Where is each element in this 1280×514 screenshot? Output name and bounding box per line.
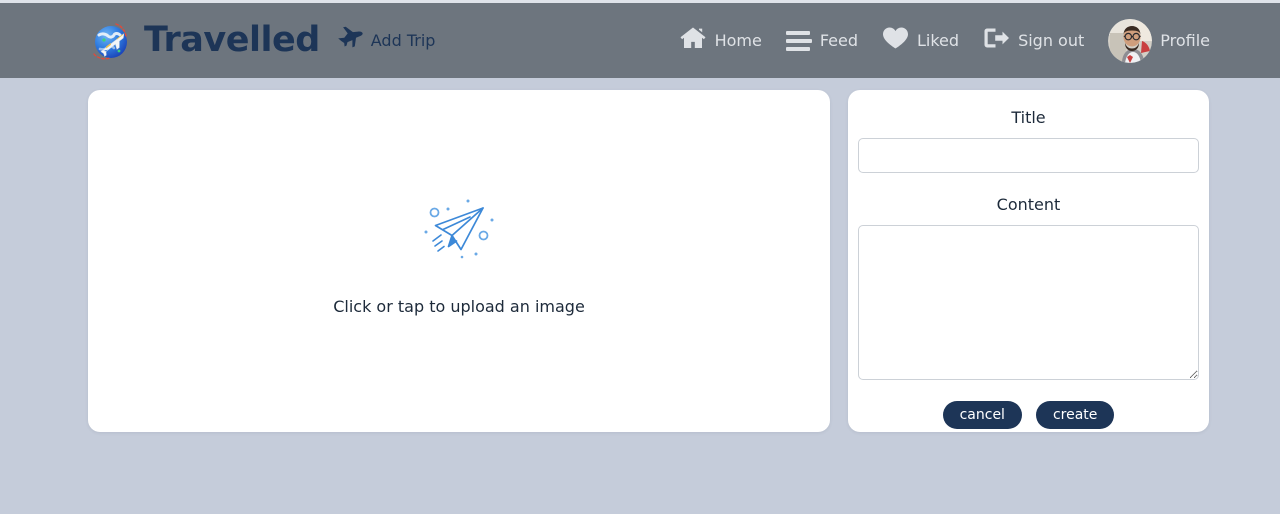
nav-label-sign-out: Sign out: [1018, 31, 1085, 50]
nav-item-home[interactable]: Home: [679, 25, 762, 56]
title-label: Title: [1011, 108, 1046, 127]
add-trip-label: Add Trip: [370, 31, 436, 50]
content-label: Content: [996, 195, 1061, 214]
heart-icon: [882, 26, 909, 55]
image-upload-dropzone[interactable]: Click or tap to upload an image: [88, 90, 830, 432]
main-stage: Click or tap to upload an image Title Co…: [0, 78, 1280, 514]
hamburger-icon: [785, 30, 812, 51]
upload-prompt-label: Click or tap to upload an image: [333, 297, 585, 316]
nav-item-feed[interactable]: Feed: [785, 30, 858, 51]
form-actions: cancel create: [858, 401, 1199, 429]
nav-item-profile[interactable]: Profile: [1108, 18, 1210, 63]
nav-label-feed: Feed: [819, 31, 858, 50]
app-header: Travelled Add Trip Home Feed Liked Sign …: [0, 3, 1280, 78]
add-trip-link[interactable]: Add Trip: [336, 25, 436, 56]
nav-label-profile: Profile: [1160, 31, 1210, 50]
nav-item-sign-out[interactable]: Sign out: [983, 26, 1084, 55]
globe-airplane-icon: [88, 18, 134, 64]
content-textarea[interactable]: [858, 225, 1199, 380]
home-icon: [679, 25, 707, 56]
sign-out-icon: [983, 26, 1010, 55]
nav-item-liked[interactable]: Liked: [882, 26, 959, 55]
avatar: [1108, 18, 1153, 63]
create-button[interactable]: create: [1035, 401, 1115, 429]
trip-form-card: Title Content cancel create: [848, 90, 1209, 432]
airplane-icon: [336, 25, 364, 56]
upload-inner: Click or tap to upload an image: [333, 196, 585, 316]
paper-plane-icon: [421, 196, 497, 267]
brand-title: Travelled: [144, 20, 320, 60]
nav-label-home: Home: [714, 31, 762, 50]
cancel-button[interactable]: cancel: [942, 401, 1022, 429]
nav-label-liked: Liked: [917, 31, 960, 50]
primary-nav: Home Feed Liked Sign out Profile: [679, 18, 1210, 63]
title-input[interactable]: [858, 138, 1199, 173]
brand-logo-link[interactable]: Travelled: [88, 18, 320, 64]
